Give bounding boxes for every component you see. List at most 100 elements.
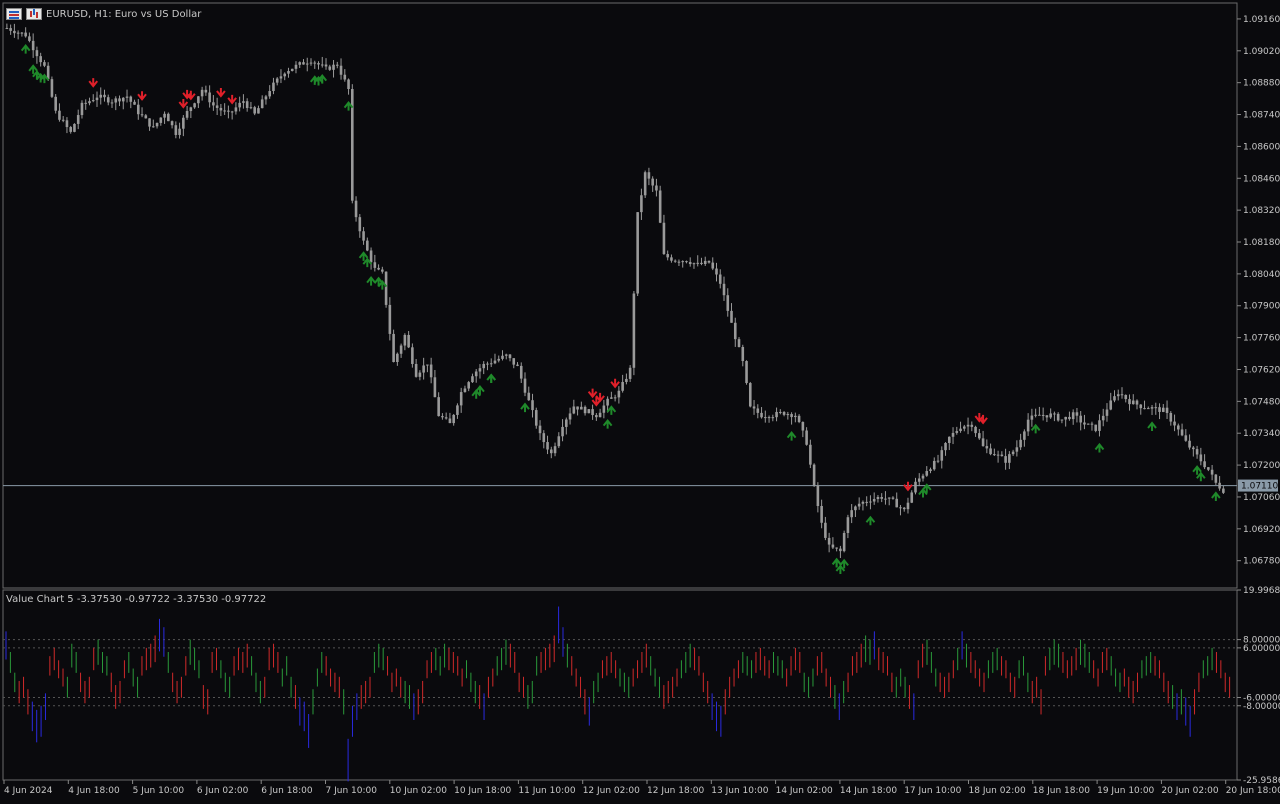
candle-body	[197, 96, 200, 104]
candle-body	[227, 110, 230, 112]
candle-body	[557, 436, 561, 447]
candle-body	[347, 79, 350, 90]
price-tick-label: 1.09020	[1243, 47, 1280, 57]
price-axis[interactable]: 1.09160 1.09020 1.08880 1.08740 1.08600 1.084…	[3, 15, 1280, 567]
candle-body	[159, 117, 163, 123]
candle-body	[805, 430, 808, 445]
sell-arrow-icon	[227, 94, 237, 105]
candle-body	[940, 450, 944, 461]
time-tick-label: 14 Jun 02:00	[776, 786, 833, 796]
candle-body	[504, 354, 508, 356]
candle-body	[114, 98, 118, 103]
candle-body	[1116, 394, 1120, 397]
candle-body	[963, 426, 966, 429]
candle-body	[182, 117, 185, 129]
candle-body	[489, 363, 493, 365]
candle-body	[632, 293, 636, 368]
candle-body	[861, 501, 865, 504]
price-tick-label: 1.07620	[1243, 365, 1280, 375]
candle-body	[54, 96, 57, 111]
candle-body	[835, 547, 838, 549]
candle-body	[895, 498, 899, 508]
candle-body	[422, 365, 425, 373]
candle-body	[369, 250, 373, 263]
candle-body	[655, 185, 658, 191]
candle-body	[947, 436, 951, 443]
chart-window[interactable]: 1.09160 1.09020 1.08880 1.08740 1.08600 1.084…	[0, 0, 1280, 800]
time-axis[interactable]: 4 Jun 2024 4 Jun 18:00 5 Jun 10:00 6 Jun 02…	[3, 780, 1280, 796]
candle-body	[1218, 482, 1221, 489]
candle-body	[651, 178, 654, 186]
candle-body	[1158, 407, 1161, 412]
candle-body	[234, 107, 238, 112]
candle-body	[1210, 469, 1214, 475]
chart-canvas[interactable]: 1.09160 1.09020 1.08880 1.08740 1.08600 1.084…	[0, 0, 1280, 800]
time-tick-label: 11 Jun 10:00	[518, 786, 575, 796]
candle-body	[414, 363, 418, 377]
price-tick-label: 1.07200	[1243, 461, 1280, 471]
candle-body	[317, 63, 320, 65]
candle-body	[516, 364, 519, 366]
candle-body	[598, 412, 602, 418]
signal-arrows	[5, 8, 1221, 574]
candle-body	[144, 115, 148, 119]
candle-body	[625, 378, 628, 382]
candle-body	[707, 260, 711, 263]
candle-body	[790, 414, 793, 418]
candle-body	[1143, 408, 1146, 410]
candle-body	[16, 32, 20, 34]
candle-body	[1090, 423, 1094, 425]
candle-body	[1038, 414, 1041, 416]
candle-body	[366, 240, 369, 251]
candle-body	[332, 64, 335, 70]
menu-icon[interactable]	[6, 8, 22, 20]
price-tick-label: 1.08180	[1243, 238, 1280, 248]
candle-body	[290, 68, 294, 71]
candle-body	[899, 507, 902, 509]
candle-body	[174, 125, 178, 135]
candle-body	[1188, 440, 1191, 448]
candle-body	[944, 442, 947, 451]
candle-body	[786, 414, 790, 416]
candle-body	[358, 217, 362, 232]
candle-body	[471, 376, 474, 383]
candle-body	[508, 354, 512, 359]
candle-body	[1120, 394, 1124, 396]
candle-body	[1131, 400, 1135, 405]
indicator-axis[interactable]: 19.996808.000006.00000-6.00000-8.00000-2…	[3, 586, 1280, 786]
candle-body	[212, 102, 215, 106]
candle-body	[1086, 423, 1090, 425]
candle-body	[666, 254, 669, 258]
candle-body	[797, 415, 801, 422]
candle-body	[167, 113, 170, 122]
candle-body	[407, 334, 410, 348]
candle-body	[463, 388, 467, 393]
buy-arrow-icon	[602, 418, 613, 429]
candle-body	[1195, 449, 1199, 455]
candle-body	[985, 446, 989, 449]
candle-body	[839, 548, 842, 552]
candle-body	[722, 283, 726, 296]
candle-body	[606, 398, 609, 406]
candle-body	[628, 367, 632, 379]
time-tick-label: 7 Jun 10:00	[326, 786, 378, 796]
candle-body	[230, 111, 234, 113]
candle-body	[1139, 404, 1143, 409]
time-tick-label: 18 Jun 02:00	[969, 786, 1026, 796]
candle-body	[910, 492, 914, 503]
candle-body	[39, 56, 42, 63]
candle-body	[681, 261, 685, 263]
candle-body	[981, 438, 985, 447]
time-tick-label: 18 Jun 18:00	[1033, 786, 1090, 796]
sell-arrow-icon	[587, 388, 598, 399]
candle-body	[399, 345, 403, 354]
price-tick-label: 1.09160	[1243, 15, 1280, 25]
candle-body	[703, 260, 707, 265]
candle-body	[1098, 420, 1101, 431]
candle-body	[902, 507, 906, 510]
candle-body	[824, 522, 827, 538]
chart-type-icon[interactable]	[26, 8, 42, 20]
buy-arrow-icon	[20, 44, 31, 54]
candle-body	[1071, 412, 1075, 420]
candle-body	[688, 262, 692, 265]
